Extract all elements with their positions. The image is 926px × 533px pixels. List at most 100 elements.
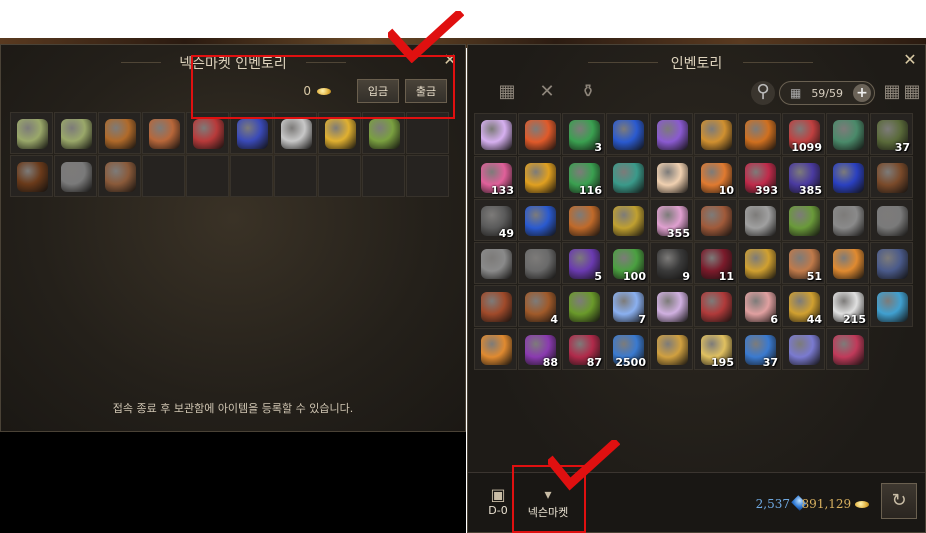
inventory-slot[interactable] xyxy=(694,113,737,155)
inventory-slot[interactable] xyxy=(826,242,869,284)
inventory-slot[interactable] xyxy=(318,155,361,197)
red-tome-icon xyxy=(701,292,732,322)
inventory-slot[interactable]: 100 xyxy=(606,242,649,284)
item-quantity: 393 xyxy=(755,184,778,197)
party-horn-icon xyxy=(877,292,908,322)
inventory-slot[interactable] xyxy=(562,199,605,241)
potion-bottle-icon[interactable]: ⚱ xyxy=(577,81,599,103)
inventory-slot[interactable]: 195 xyxy=(694,328,737,370)
sort-icon[interactable]: ▦ xyxy=(883,81,901,103)
inventory-slot[interactable] xyxy=(98,155,141,197)
grid-icon[interactable]: ▦ xyxy=(496,81,518,103)
inventory-slot[interactable] xyxy=(10,155,53,197)
expand-slots-button[interactable]: + xyxy=(852,84,871,102)
inventory-slot[interactable] xyxy=(826,199,869,241)
inventory-slot[interactable] xyxy=(650,113,693,155)
inventory-slot[interactable] xyxy=(474,113,517,155)
inventory-slot[interactable]: 393 xyxy=(738,156,781,198)
item-quantity: 88 xyxy=(542,356,558,369)
storage-tab[interactable]: ▣ D-0 xyxy=(481,486,515,518)
inventory-slot[interactable] xyxy=(518,156,561,198)
item-quantity: 116 xyxy=(579,184,602,197)
inventory-slot[interactable] xyxy=(782,199,825,241)
inventory-slot[interactable] xyxy=(694,199,737,241)
inventory-slot[interactable] xyxy=(230,155,273,197)
inventory-slot[interactable]: 37 xyxy=(870,113,913,155)
inventory-slot[interactable] xyxy=(474,328,517,370)
inventory-slot[interactable]: 11 xyxy=(694,242,737,284)
inventory-slot[interactable]: 3 xyxy=(562,113,605,155)
inventory-slot[interactable]: 355 xyxy=(650,199,693,241)
inventory-slot[interactable]: 2500 xyxy=(606,328,649,370)
inventory-slot[interactable] xyxy=(870,242,913,284)
inventory-slot[interactable] xyxy=(650,328,693,370)
inventory-item-grid: 3 1099 37 133 116 10 393 385 49 355 5 100 9 11 51 4 7 6 44… xyxy=(474,113,913,370)
inventory-slot[interactable]: 9 xyxy=(650,242,693,284)
inventory-slot[interactable]: 37 xyxy=(738,328,781,370)
inventory-slot[interactable] xyxy=(870,156,913,198)
layout-icon[interactable]: ▦ xyxy=(903,81,921,103)
inventory-slot[interactable] xyxy=(826,113,869,155)
inventory-slot[interactable] xyxy=(650,285,693,327)
inventory-slot[interactable] xyxy=(406,155,449,197)
inventory-slot[interactable] xyxy=(142,155,185,197)
scroll-map-icon xyxy=(17,119,48,149)
market-item-grid xyxy=(10,112,449,197)
inventory-slot[interactable] xyxy=(54,112,97,154)
inventory-slot[interactable] xyxy=(10,112,53,154)
inventory-slot[interactable] xyxy=(186,155,229,197)
inventory-slot[interactable] xyxy=(694,285,737,327)
inventory-slot[interactable] xyxy=(826,156,869,198)
close-icon[interactable]: ✕ xyxy=(903,52,917,68)
inventory-slot[interactable] xyxy=(274,155,317,197)
inventory-slot[interactable] xyxy=(518,242,561,284)
inventory-slot[interactable] xyxy=(826,328,869,370)
inventory-slot[interactable]: 10 xyxy=(694,156,737,198)
inventory-slot[interactable] xyxy=(782,328,825,370)
inventory-slot[interactable]: 1099 xyxy=(782,113,825,155)
inventory-slot[interactable] xyxy=(474,285,517,327)
capacity-text: 59/59 xyxy=(811,86,844,100)
inventory-slot[interactable] xyxy=(650,156,693,198)
inventory-slot[interactable] xyxy=(562,285,605,327)
inventory-slot[interactable] xyxy=(142,112,185,154)
inventory-slot[interactable]: 133 xyxy=(474,156,517,198)
item-quantity: 7 xyxy=(638,313,646,326)
robot-icon xyxy=(877,206,908,236)
auto-sort-button[interactable]: ↻ xyxy=(881,483,917,519)
inventory-slot[interactable]: 7 xyxy=(606,285,649,327)
inventory-slot[interactable]: 87 xyxy=(562,328,605,370)
orange-wand-icon xyxy=(481,335,512,365)
weight-lock-icon[interactable]: ⚲ xyxy=(751,81,775,105)
inventory-slot[interactable]: 44 xyxy=(782,285,825,327)
inventory-slot[interactable] xyxy=(474,242,517,284)
inventory-slot[interactable]: 6 xyxy=(738,285,781,327)
inventory-slot[interactable]: 4 xyxy=(518,285,561,327)
inventory-slot[interactable] xyxy=(98,112,141,154)
inventory-slot[interactable] xyxy=(738,113,781,155)
inventory-slot[interactable]: 215 xyxy=(826,285,869,327)
inventory-slot[interactable] xyxy=(518,199,561,241)
inventory-slot[interactable] xyxy=(606,113,649,155)
crossed-tools-icon[interactable]: ✕ xyxy=(536,81,558,103)
inventory-slot[interactable]: 49 xyxy=(474,199,517,241)
inventory-slot[interactable] xyxy=(54,155,97,197)
inventory-slot[interactable] xyxy=(606,199,649,241)
inventory-slot[interactable]: 385 xyxy=(782,156,825,198)
inventory-slot[interactable]: 51 xyxy=(782,242,825,284)
inventory-slot[interactable]: 5 xyxy=(562,242,605,284)
inventory-slot[interactable] xyxy=(518,113,561,155)
inventory-capacity: ▦ 59/59 + xyxy=(779,81,875,105)
title-divider xyxy=(121,62,161,63)
inventory-slot[interactable] xyxy=(362,155,405,197)
inventory-slot[interactable] xyxy=(738,242,781,284)
inventory-slot[interactable]: 116 xyxy=(562,156,605,198)
inventory-slot[interactable] xyxy=(870,199,913,241)
inventory-slot[interactable] xyxy=(606,156,649,198)
blue-gem-icon xyxy=(833,163,864,193)
inventory-slot[interactable]: 88 xyxy=(518,328,561,370)
item-quantity: 87 xyxy=(586,356,602,369)
inventory-slot[interactable] xyxy=(738,199,781,241)
inventory-slot[interactable] xyxy=(870,285,913,327)
magnifier-icon xyxy=(657,335,688,365)
